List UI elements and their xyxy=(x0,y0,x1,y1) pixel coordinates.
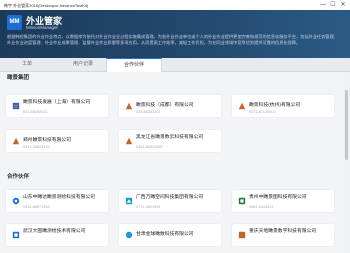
app-header: MM 外业管家 MissonManager 根据韩程集团的外业作业特点，以数据库… xyxy=(0,10,350,58)
company-logo-icon xyxy=(12,102,20,110)
minimize-button[interactable]: — xyxy=(318,1,328,9)
window-controls: — ☐ ✕ xyxy=(318,1,348,9)
company-name: 贵州中瞰景图科技有限公司 xyxy=(249,195,307,200)
app-subtitle: MissonManager xyxy=(26,25,59,30)
company-logo-icon xyxy=(238,231,246,239)
company-card[interactable]: 瞰景科技发展（上海）有限公司 021-68252021 xyxy=(6,95,108,117)
company-name: 郑州瞰景科技有限公司 xyxy=(23,138,71,143)
company-phone: 0771-5821991 xyxy=(136,205,161,209)
company-logo-icon xyxy=(125,197,133,205)
app-description: 根据韩程集团的外业作业特点，以数据库为依托对外业作业全过程实施集成管理。为各外业… xyxy=(7,34,338,45)
company-card[interactable]: 瞰景科技(杭州)有限公司 0571-87140001 xyxy=(232,95,334,117)
company-phone: 028-86283201 xyxy=(136,110,161,114)
company-logo-icon xyxy=(125,231,133,239)
company-card[interactable]: 广西万瞰空间科技集团有限公司 0771-5821991 xyxy=(119,190,221,212)
tab-user-records[interactable]: 用户记录 xyxy=(56,58,110,71)
vertical-scrollbar[interactable] xyxy=(344,72,350,253)
scrollbar-thumb[interactable] xyxy=(345,90,348,160)
company-logo-icon xyxy=(12,137,20,145)
company-phone: 021-68252021 xyxy=(23,110,48,114)
app-logo: MM xyxy=(7,15,22,30)
window-title: 韩宇 外业管家2016(Deskcapor AdvanceTestKit) xyxy=(4,2,89,8)
company-name: 瞰景科技发展（上海）有限公司 xyxy=(23,100,91,105)
company-card[interactable]: 重庆天地瞰景数字科技有限公司 xyxy=(232,224,334,246)
company-card[interactable]: 瞰景科技（成都）有限公司 028-86283201 xyxy=(119,95,221,117)
section-title-partners: 合作伙伴 xyxy=(7,174,30,180)
company-logo-icon xyxy=(238,197,246,205)
company-name: 武汉大图瞰测绘技术有限公司 xyxy=(23,229,86,234)
company-card[interactable]: 黑龙江省瞰景数云科技有限公司 0451-84621090 xyxy=(119,130,221,152)
company-logo-icon xyxy=(125,137,133,145)
company-phone: 0451-84621090 xyxy=(136,145,163,149)
section-title-group: 瞰景集团 xyxy=(7,75,30,81)
company-phone: 0531-88971333 xyxy=(23,205,50,209)
company-card[interactable]: 山东中瞰达瞰景测绘科技有限公司 0531-88971333 xyxy=(6,190,108,212)
company-phone: 0571-87140001 xyxy=(249,110,276,114)
company-logo-icon xyxy=(12,231,20,239)
company-name: 重庆天地瞰景数字科技有限公司 xyxy=(249,229,317,234)
company-card[interactable]: 贵州中瞰景图科技有限公司 0851-8444611 xyxy=(232,190,334,212)
company-name: 甘肃金球瞰数科技有限公司 xyxy=(136,232,194,237)
company-phone: 0371-56623170 xyxy=(23,145,50,149)
company-name: 山东中瞰达瞰景测绘科技有限公司 xyxy=(23,195,95,200)
company-name: 瞰景科技(杭州)有限公司 xyxy=(249,103,301,108)
company-logo-icon xyxy=(238,102,246,110)
company-name: 黑龙江省瞰景数云科技有限公司 xyxy=(136,135,204,140)
close-button[interactable]: ✕ xyxy=(338,1,348,9)
partner-list: 瞰景集团 瞰景科技发展（上海）有限公司 021-68252021 瞰景科技（成都… xyxy=(0,72,344,253)
company-logo-icon xyxy=(125,102,133,110)
company-card[interactable]: 武汉大图瞰测绘技术有限公司 xyxy=(6,224,108,246)
company-card[interactable]: 郑州瞰景科技有限公司 0371-56623170 xyxy=(6,130,108,152)
maximize-button[interactable]: ☐ xyxy=(328,1,338,9)
company-card[interactable]: 甘肃金球瞰数科技有限公司 xyxy=(119,224,221,246)
company-phone: 0851-8444611 xyxy=(249,205,274,209)
tab-partners[interactable]: 合作伙伴 xyxy=(106,58,162,72)
company-logo-icon xyxy=(12,197,20,205)
tab-work-orders[interactable]: 工单 xyxy=(0,58,54,71)
tab-bar: 工单 用户记录 合作伙伴 xyxy=(0,58,350,72)
company-name: 瞰景科技（成都）有限公司 xyxy=(136,103,194,108)
company-name: 广西万瞰空间科技集团有限公司 xyxy=(136,195,204,200)
